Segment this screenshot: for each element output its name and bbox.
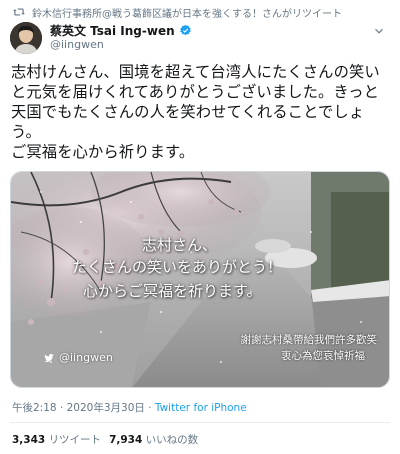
tweet-stats-row: 3,343 リツイート 7,934 いいねの数 — [12, 432, 198, 447]
meta-separator-2: · — [148, 402, 152, 414]
media-chinese-line2: 衷心為您哀悼祈福 — [281, 350, 365, 362]
likes-stat[interactable]: 7,934 いいねの数 — [109, 432, 198, 447]
chevron-down-icon[interactable] — [372, 24, 386, 38]
retweets-label: リツイート — [48, 434, 102, 446]
media-watermark: @iingwen — [43, 351, 113, 364]
tweet-date[interactable]: 2020年3月30日 — [67, 402, 145, 414]
media-watermark-handle: @iingwen — [59, 351, 113, 364]
retweets-count: 3,343 — [12, 434, 46, 446]
author-handle[interactable]: @iingwen — [50, 38, 104, 51]
media-chinese-line1: 謝謝志村桑帶給我們許多歡笑 — [240, 334, 378, 346]
media-caption-line1: 志村さん、 — [142, 236, 218, 254]
media-caption-line2: たくさんの笑いをありがとう！ — [72, 258, 283, 276]
twitter-bird-icon — [44, 353, 54, 362]
tweet-media-image[interactable]: 志村さん、 たくさんの笑いをありがとう！ 心からご冥福を祈ります。 謝謝志村桑帶… — [10, 171, 390, 388]
media-caption-line3: 心からご冥福を祈ります。 — [83, 282, 262, 300]
likes-count: 7,934 — [109, 434, 143, 446]
retweet-icon — [13, 8, 25, 16]
avatar-image — [10, 22, 42, 54]
media-overlay-text: 志村さん、 たくさんの笑いをありがとう！ 心からご冥福を祈ります。 謝謝志村桑帶… — [11, 172, 389, 387]
tweet-time[interactable]: 午後2:18 — [12, 402, 57, 414]
author-name-row[interactable]: 蔡英文 Tsai Ing-wen — [50, 22, 192, 39]
verified-badge-icon — [179, 24, 191, 36]
tweet-source-link[interactable]: Twitter for iPhone — [155, 402, 247, 414]
retweets-stat[interactable]: 3,343 リツイート — [12, 432, 101, 447]
tweet-timestamp-row: 午後2:18 · 2020年3月30日 · Twitter for iPhone — [12, 400, 247, 415]
retweet-text: 鈴木信行事務所@戦う葛飾区議が日本を強くする！さんがリツイート — [32, 8, 342, 20]
tweet-text: 志村けんさん、国境を超えて台湾人にたくさんの笑い と元気を届けくれてありがとうご… — [11, 63, 380, 161]
avatar[interactable] — [10, 22, 42, 54]
meta-separator: · — [59, 402, 64, 414]
author-name[interactable]: 蔡英文 Tsai Ing-wen — [50, 22, 175, 39]
stats-divider — [10, 422, 390, 423]
retweet-header[interactable]: 鈴木信行事務所@戦う葛飾区議が日本を強くする！さんがリツイート — [12, 4, 342, 20]
likes-label: いいねの数 — [145, 434, 199, 446]
